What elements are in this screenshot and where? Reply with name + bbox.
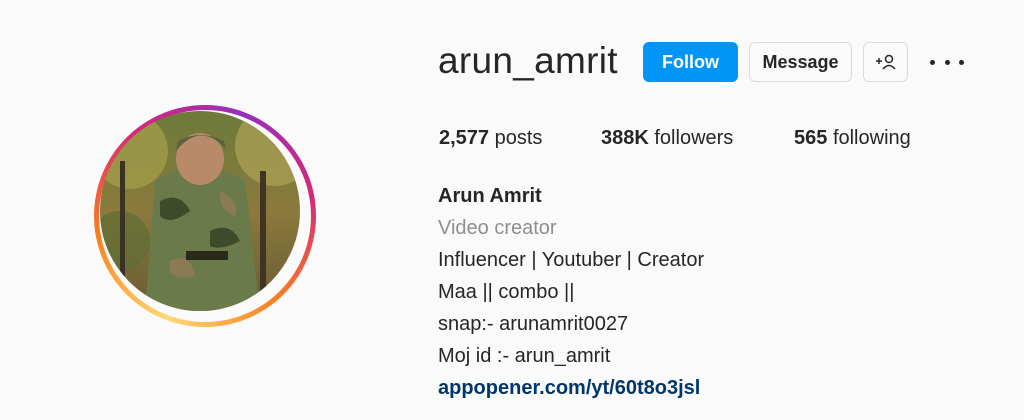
bio-line: snap:- arunamrit0027	[438, 313, 629, 335]
following-count: 565	[794, 127, 828, 149]
bio-line: Moj id :- arun_amrit	[438, 345, 611, 367]
suggested-accounts-button[interactable]	[863, 42, 908, 82]
following-stat[interactable]: 565 following	[794, 127, 911, 150]
profile-category: Video creator	[438, 217, 557, 239]
more-dot	[944, 59, 950, 65]
followers-label: followers	[654, 127, 734, 149]
posts-label: posts	[494, 127, 543, 149]
posts-count: 2,577	[439, 127, 490, 149]
following-label: following	[832, 127, 911, 149]
followers-count: 388K	[601, 127, 649, 149]
bio-line: Influencer | Youtuber | Creator	[438, 249, 705, 271]
avatar-photo	[100, 111, 300, 311]
follow-button[interactable]: Follow	[643, 42, 738, 82]
add-person-icon	[875, 54, 896, 70]
more-dot	[959, 59, 964, 65]
profile-full-name: Arun Amrit	[438, 185, 542, 207]
more-horizontal-icon	[930, 59, 935, 65]
avatar[interactable]	[100, 111, 300, 311]
profile-username: arun_amrit	[438, 40, 618, 81]
posts-stat: 2,577 posts	[439, 127, 542, 150]
bio-line: Maa || combo ||	[438, 281, 575, 303]
more-options-button[interactable]	[930, 52, 964, 72]
followers-stat[interactable]: 388K followers	[601, 127, 733, 150]
message-button[interactable]: Message	[749, 42, 852, 82]
profile-avatar-ring[interactable]	[94, 105, 316, 327]
profile-link[interactable]: appopener.com/yt/60t8o3jsl	[438, 377, 700, 400]
